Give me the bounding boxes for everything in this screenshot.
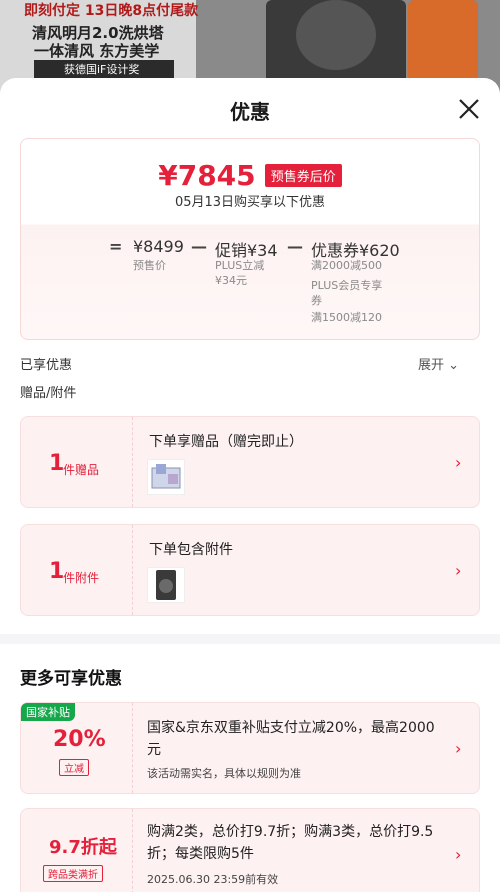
promo-validity: 2025.06.30 23:59前有效 xyxy=(147,873,279,886)
coupon-sub-1: 满2000减500 xyxy=(311,259,382,272)
gift-section-label: 赠品/附件 xyxy=(20,386,77,401)
accessory-thumbnail xyxy=(147,567,185,603)
chevron-right-icon: › xyxy=(455,561,462,580)
promo-tag: 跨品类满折 xyxy=(43,865,103,882)
discount-sheet: 优惠 ¥7845 预售券后价 05月13日购买享以下优惠 = ¥8499 预售价… xyxy=(0,78,500,892)
cross-category-promo-card[interactable]: 9.7折起 跨品类满折 购满2类，总价打9.7折；购满3类，总价打9.5折；每类… xyxy=(20,808,480,892)
presale-price: ¥8499 xyxy=(133,237,184,256)
subsidy-promo-card[interactable]: 国家补贴 20% 立减 国家&京东双重补贴支付立减20%，最高2000元 该活动… xyxy=(20,702,480,794)
banner-tag xyxy=(408,0,478,90)
gift-title: 下单享赠品（赠完即止） xyxy=(149,434,303,450)
product-door xyxy=(296,0,376,70)
chevron-right-icon: › xyxy=(455,845,462,864)
accessory-card[interactable]: 1 件附件 下单包含附件 › xyxy=(20,524,480,616)
promo-discount: 20% xyxy=(53,727,106,752)
accessory-count-area: 1 件附件 xyxy=(21,525,133,615)
price-breakdown: = ¥8499 预售价 — 促销¥34 PLUS立减 ¥34元 — 优惠券¥62… xyxy=(21,237,479,337)
banner-line-1: 即刻付定 13日晚8点付尾款 xyxy=(24,3,199,19)
equals-sign: = xyxy=(109,237,123,256)
coupon-value: 优惠券¥620 xyxy=(311,241,400,260)
enjoyed-label: 已享优惠 xyxy=(20,358,73,373)
coupon-sub-3: 券 xyxy=(311,294,322,307)
coupon-sub-4: 满1500减120 xyxy=(311,311,382,324)
national-subsidy-badge: 国家补贴 xyxy=(21,703,75,721)
gift-count-area: 1 件赠品 xyxy=(21,417,133,507)
chevron-right-icon: › xyxy=(455,453,462,472)
promo-description: 国家&京东双重补贴支付立减20%，最高2000元 xyxy=(147,720,435,758)
accessory-title: 下单包含附件 xyxy=(149,542,233,558)
coupon-sub-2: PLUS会员专享 xyxy=(311,279,383,292)
promo-discount: 9.7折起 xyxy=(49,837,117,858)
section-divider xyxy=(0,634,500,644)
promo-note: 该活动需实名，具体以规则为准 xyxy=(147,767,301,780)
promo-sub-2: ¥34元 xyxy=(215,274,247,287)
sheet-title: 优惠 xyxy=(230,100,270,124)
final-price-tag: 预售券后价 xyxy=(264,164,342,187)
gift-unit: 件赠品 xyxy=(63,463,100,477)
gift-thumbnail xyxy=(147,459,185,495)
close-icon[interactable] xyxy=(456,96,482,122)
promo-value-area: 国家补贴 20% 立减 xyxy=(21,703,133,793)
presale-label: 预售价 xyxy=(133,259,166,272)
promo-description: 购满2类，总价打9.7折；购满3类，总价打9.5折；每类限购5件 xyxy=(147,824,434,862)
banner-award: 获德国iF设计奖 xyxy=(34,60,174,80)
minus-sign: — xyxy=(287,237,303,256)
banner-line-3: 一体清风 东方美学 xyxy=(34,42,160,60)
expand-toggle[interactable]: 展开 ⌄ xyxy=(418,354,459,373)
price-summary-card: ¥7845 预售券后价 05月13日购买享以下优惠 = ¥8499 预售价 — … xyxy=(20,138,480,340)
accessory-unit: 件附件 xyxy=(63,571,100,585)
promo-sub-1: PLUS立减 xyxy=(215,259,265,272)
promo-tag: 立减 xyxy=(59,759,89,776)
chevron-right-icon: › xyxy=(455,739,462,758)
final-price: ¥7845 xyxy=(158,159,256,192)
promo-value: 促销¥34 xyxy=(215,241,278,260)
promo-value-area: 9.7折起 跨品类满折 xyxy=(21,809,133,892)
purchase-date-note: 05月13日购买享以下优惠 xyxy=(174,195,326,210)
more-offers-title: 更多可享优惠 xyxy=(20,669,122,689)
final-price-row: ¥7845 预售券后价 xyxy=(21,159,479,192)
gift-card[interactable]: 1 件赠品 下单享赠品（赠完即止） › xyxy=(20,416,480,508)
minus-sign: — xyxy=(191,237,207,256)
